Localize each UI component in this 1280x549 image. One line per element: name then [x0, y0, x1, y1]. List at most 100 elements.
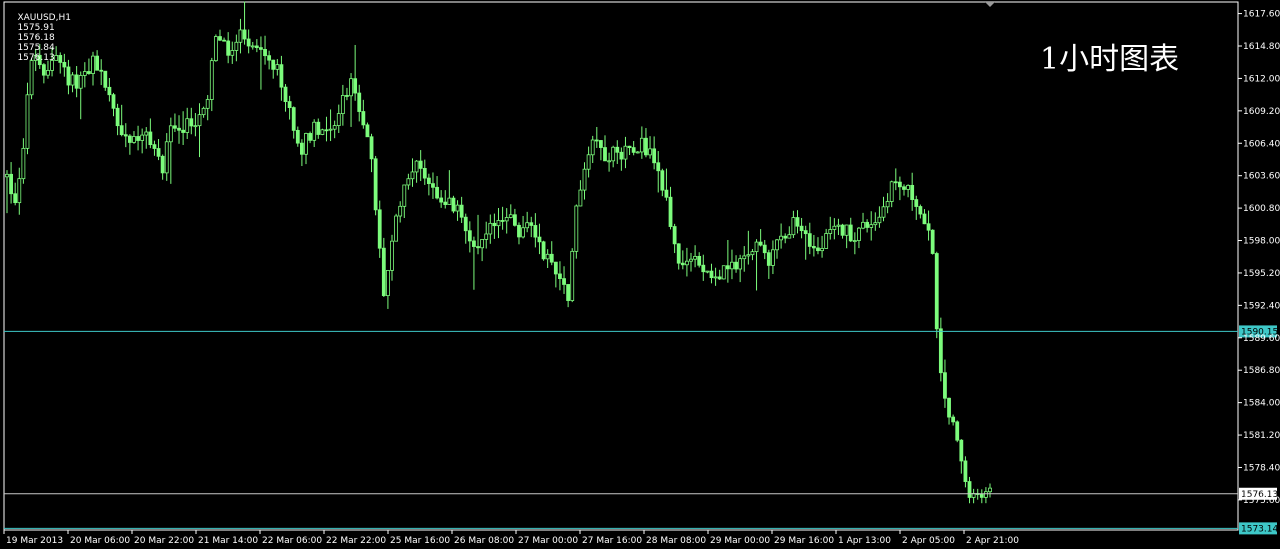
candle-body-bull: [861, 221, 865, 229]
candle-body-bull: [234, 41, 239, 51]
candle-body-bull: [590, 139, 595, 156]
candle-body-bear: [979, 493, 984, 498]
candle-body-bear: [955, 421, 960, 441]
candle-body-bull: [164, 141, 169, 174]
candle-body-bull: [78, 75, 83, 89]
candle-body-bear: [218, 36, 222, 41]
chart-header: XAUUSD,H1 1575.91 1576.18 1575.84 1576.1…: [6, 3, 75, 73]
candle-body-bear: [558, 273, 562, 280]
candle-body-bull: [238, 29, 243, 43]
candle-body-bear: [152, 144, 157, 149]
candle-body-bear: [267, 55, 272, 61]
candle-body-bull: [742, 255, 747, 260]
price-tick-label: 1584.00: [1243, 399, 1280, 409]
candle-body-bull: [213, 36, 218, 62]
candle-body-bear: [439, 197, 444, 203]
candle-body-bear: [848, 224, 853, 242]
candle-body-bull: [844, 224, 849, 236]
candle-body-bear: [930, 229, 935, 254]
price-tick-label: 1606.40: [1243, 139, 1280, 149]
candle-body-bear: [377, 209, 382, 249]
time-tick-label: 21 Mar 14:00: [198, 536, 258, 546]
candle-body-bear: [422, 168, 427, 179]
candle-body-bear: [807, 233, 812, 247]
chart-shift-triangle-icon[interactable]: [985, 2, 995, 7]
candle-body-bull: [193, 125, 198, 128]
candle-body-bear: [517, 224, 521, 238]
candle-body-bear: [467, 230, 472, 242]
time-tick-label: 26 Mar 08:00: [454, 536, 514, 546]
candle-body-bear: [222, 39, 226, 42]
candle-body-bear: [418, 160, 423, 169]
candle-body-bear: [381, 247, 386, 296]
candle-body-bear: [865, 221, 870, 228]
candle-body-bear: [263, 49, 267, 57]
candle-body-bear: [660, 170, 665, 191]
candle-body-bear: [758, 241, 763, 246]
candle-body-bear: [127, 135, 132, 143]
candle-body-bear: [492, 222, 497, 227]
candle-body-bear: [562, 278, 566, 285]
candle-body-bear: [615, 146, 620, 153]
plot-border: [3, 1, 1239, 531]
candle-body-bull: [820, 248, 824, 252]
candle-body-bull: [414, 160, 419, 173]
candle-body-bear: [598, 140, 603, 148]
candle-body-bear: [463, 216, 468, 232]
candle-body-bull: [410, 171, 415, 180]
candle-body-bull: [885, 201, 890, 208]
candle-body-bull: [635, 151, 640, 154]
candle-body-bear: [938, 328, 943, 374]
candle-body-bear: [177, 127, 181, 131]
candle-body-bull: [5, 173, 9, 178]
candle-body-bear: [87, 71, 91, 74]
candle-body-bear: [226, 40, 231, 56]
candle-body-bear: [926, 223, 931, 231]
candle-body-bear: [189, 118, 194, 127]
candle-body-bear: [99, 69, 104, 72]
candle-body-bear: [512, 214, 517, 226]
candle-body-bull: [508, 214, 513, 218]
candle-body-bull: [623, 145, 628, 160]
candle-body-bull: [648, 148, 652, 156]
chart-window[interactable]: XAUUSD,H1 1575.91 1576.18 1575.84 1576.1…: [0, 0, 1280, 549]
chart-shift-marker[interactable]: [985, 2, 995, 7]
candle-body-bear: [369, 136, 374, 160]
candle-body-bear: [709, 270, 714, 279]
candle-body-bull: [611, 146, 616, 162]
candle-body-bear: [799, 225, 804, 232]
candle-body-bear: [963, 460, 968, 482]
candle-body-bull: [754, 241, 759, 253]
candle-body-bear: [934, 253, 939, 330]
chart-frame: [3, 1, 1239, 531]
candle-body-bear: [254, 45, 259, 49]
candle-body-bear: [959, 439, 964, 462]
candle-body-bull: [386, 269, 390, 296]
candle-body-bull: [332, 125, 337, 130]
candle-body-bear: [148, 131, 153, 146]
candle-body-bear: [533, 225, 538, 238]
candle-body-bull: [328, 128, 333, 131]
time-tick-label: 20 Mar 06:00: [70, 536, 130, 546]
candle-body-bear: [664, 189, 669, 198]
time-tick-label: 2 Apr 21:00: [966, 536, 1019, 546]
candle-body-bear: [541, 241, 546, 260]
candle-body-bear: [914, 199, 919, 207]
candle-body-bear: [324, 129, 329, 132]
candle-body-bear: [123, 134, 128, 137]
candle-body-bear: [246, 38, 251, 47]
candlestick-chart[interactable]: 1590.151573.141576.13 1617.60 1614.80 1612…: [0, 0, 1280, 549]
candle-body-bull: [132, 136, 136, 143]
candle-body-bull: [705, 270, 710, 273]
candle-body-bull: [17, 178, 22, 204]
candle-body-bear: [345, 95, 349, 97]
candle-body-bear: [594, 139, 599, 142]
horizontal-lines[interactable]: 1590.151573.141576.13: [4, 325, 1278, 535]
candle-body-bear: [242, 29, 247, 40]
candle-body-bear: [783, 235, 788, 239]
candle-body-bull: [336, 113, 341, 126]
candle-body-bear: [435, 186, 439, 199]
candle-body-bear: [119, 125, 124, 136]
candle-body-bull: [746, 254, 751, 257]
candle-body-bear: [181, 129, 186, 133]
